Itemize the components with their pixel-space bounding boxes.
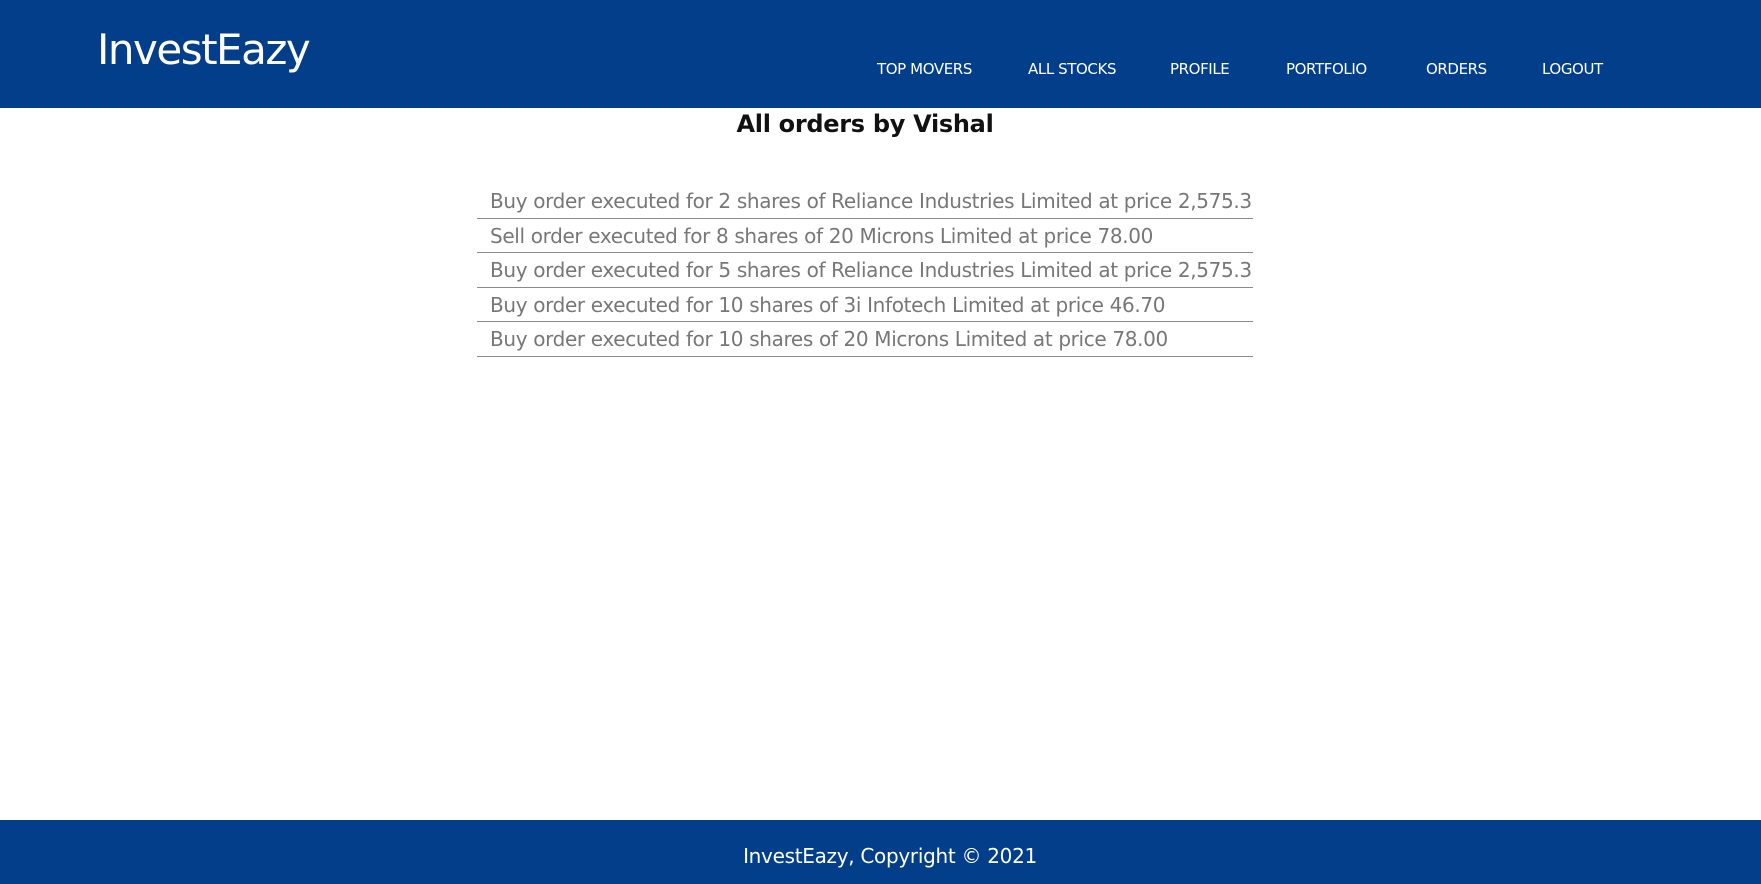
copyright-text: InvestEazy, Copyright © 2021 — [743, 844, 1037, 868]
main-nav: TOP MOVERS ALL STOCKS PROFILE PORTFOLIO … — [0, 58, 1761, 80]
order-item: Buy order executed for 5 shares of Relia… — [477, 253, 1253, 288]
page: InvestEazy TOP MOVERS ALL STOCKS PROFILE… — [0, 0, 1761, 884]
footer: InvestEazy, Copyright © 2021 — [0, 820, 1761, 884]
orders-list: Buy order executed for 2 shares of Relia… — [477, 184, 1253, 357]
order-item: Buy order executed for 2 shares of Relia… — [477, 184, 1253, 219]
order-item: Buy order executed for 10 shares of 20 M… — [477, 322, 1253, 357]
order-item: Buy order executed for 10 shares of 3i I… — [477, 288, 1253, 323]
nav-top-movers[interactable]: TOP MOVERS — [877, 58, 972, 80]
nav-profile[interactable]: PROFILE — [1170, 58, 1230, 80]
top-navbar: InvestEazy TOP MOVERS ALL STOCKS PROFILE… — [0, 0, 1761, 108]
order-item: Sell order executed for 8 shares of 20 M… — [477, 219, 1253, 254]
page-title: All orders by Vishal — [736, 110, 994, 138]
nav-portfolio[interactable]: PORTFOLIO — [1286, 58, 1367, 80]
nav-orders[interactable]: ORDERS — [1426, 58, 1487, 80]
nav-all-stocks[interactable]: ALL STOCKS — [1028, 58, 1116, 80]
nav-logout[interactable]: LOGOUT — [1542, 58, 1603, 80]
